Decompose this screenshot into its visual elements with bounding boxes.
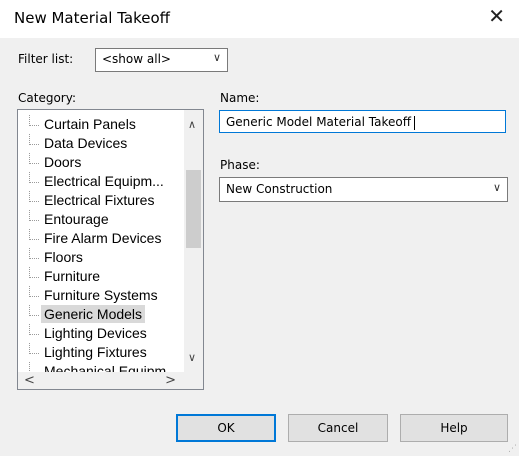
list-item-label: Doors [44, 154, 82, 170]
list-item[interactable]: Electrical Equipm... [18, 172, 184, 191]
dialog-title: New Material Takeoff [14, 9, 170, 27]
list-item-label: Floors [44, 249, 83, 265]
text-caret [413, 115, 415, 130]
list-item[interactable]: Data Devices [18, 134, 184, 153]
help-button[interactable]: Help [400, 414, 508, 442]
resize-grip-icon[interactable]: ⋰ [508, 444, 517, 454]
list-item-label: Lighting Devices [44, 325, 147, 341]
tree-connector [29, 172, 39, 183]
list-item[interactable]: Lighting Fixtures [18, 343, 184, 362]
title-bar: New Material Takeoff ✕ [0, 0, 519, 38]
list-item-label: Electrical Fixtures [44, 192, 155, 208]
list-item[interactable]: Entourage [18, 210, 184, 229]
list-item[interactable]: Furniture Systems [18, 286, 184, 305]
list-item[interactable]: Fire Alarm Devices [18, 229, 184, 248]
list-item-label: Entourage [44, 211, 109, 227]
tree-connector [29, 324, 39, 335]
tree-connector [29, 305, 39, 316]
list-item-label: Generic Models [41, 305, 146, 323]
phase-label: Phase: [220, 158, 260, 172]
list-item[interactable]: Floors [18, 248, 184, 267]
filter-list-label: Filter list: [18, 52, 74, 66]
ok-button[interactable]: OK [176, 414, 276, 442]
list-item[interactable]: Doors [18, 153, 184, 172]
category-list[interactable]: Curtain Panels Data Devices Doors Electrica… [17, 109, 204, 390]
category-label: Category: [18, 91, 76, 105]
list-item-label: Lighting Fixtures [44, 344, 147, 360]
phase-value: New Construction [226, 182, 333, 196]
list-item[interactable]: Electrical Fixtures [18, 191, 184, 210]
list-item-label: Electrical Equipm... [44, 173, 164, 189]
list-item[interactable]: Furniture [18, 267, 184, 286]
list-item-label: Curtain Panels [44, 116, 136, 132]
tree-connector [29, 267, 39, 278]
tree-connector [29, 229, 39, 240]
name-input[interactable]: Generic Model Material Takeoff [219, 110, 506, 133]
chevron-down-icon: ∨ [492, 181, 501, 194]
scroll-left-icon[interactable]: < [24, 373, 35, 388]
scrollbar-corner [184, 372, 203, 389]
name-label: Name: [220, 91, 260, 105]
category-tree: Curtain Panels Data Devices Doors Electrica… [18, 115, 184, 381]
scroll-down-icon[interactable]: ∨ [188, 351, 196, 364]
tree-connector [29, 153, 39, 164]
phase-dropdown[interactable]: New Construction ∨ [219, 177, 508, 202]
scroll-up-icon[interactable]: ∧ [188, 118, 196, 131]
list-item-label: Furniture [44, 268, 101, 284]
cancel-button[interactable]: Cancel [288, 414, 388, 442]
horizontal-scrollbar[interactable]: < > [18, 372, 184, 389]
vertical-scrollbar[interactable]: ∧ ∨ [184, 110, 203, 372]
tree-connector [29, 191, 39, 202]
tree-connector [29, 210, 39, 221]
list-item-label: Fire Alarm Devices [44, 230, 162, 246]
list-item-label: Data Devices [44, 135, 128, 151]
close-icon[interactable]: ✕ [488, 6, 505, 26]
list-item-label: Furniture Systems [44, 287, 158, 303]
filter-list-dropdown[interactable]: <show all> ∨ [95, 48, 228, 72]
list-item[interactable]: Generic Models [18, 305, 184, 324]
scroll-right-icon[interactable]: > [165, 373, 176, 388]
scroll-thumb[interactable] [186, 170, 201, 248]
list-item[interactable]: Curtain Panels [18, 115, 184, 134]
tree-connector [29, 343, 39, 354]
tree-connector [29, 134, 39, 145]
chevron-down-icon: ∨ [212, 51, 221, 64]
tree-connector [29, 286, 39, 297]
filter-list-value: <show all> [102, 52, 171, 66]
name-input-value: Generic Model Material Takeoff [226, 115, 411, 129]
list-item[interactable]: Lighting Devices [18, 324, 184, 343]
tree-connector [29, 115, 39, 126]
tree-connector [29, 248, 39, 259]
